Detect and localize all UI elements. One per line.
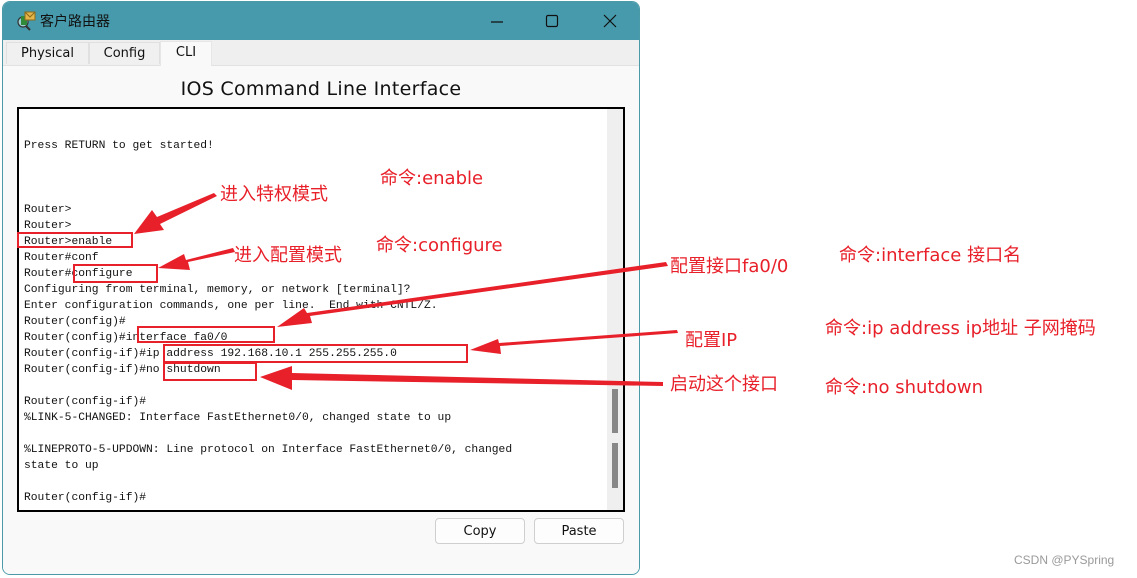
title-bar[interactable]: 客户路由器	[3, 2, 639, 40]
maximize-icon	[545, 14, 559, 28]
label-config-interface: 配置接口fa0/0	[670, 256, 789, 277]
highlight-configure	[73, 264, 158, 283]
label-config-ip: 配置IP	[685, 330, 738, 351]
tab-bar: Physical Config CLI	[3, 40, 639, 66]
highlight-interface	[137, 326, 275, 343]
highlight-enable	[17, 232, 133, 248]
watermark: CSDN @PYSpring	[1014, 553, 1115, 567]
tab-physical[interactable]: Physical	[6, 42, 89, 64]
maximize-button[interactable]	[530, 6, 574, 36]
label-cmd-configure: 命令:configure	[376, 235, 503, 256]
label-cmd-noshutdown: 命令:no shutdown	[825, 377, 984, 398]
minimize-icon	[491, 21, 503, 23]
minimize-button[interactable]	[475, 6, 519, 36]
tab-config[interactable]: Config	[89, 42, 160, 64]
paste-button[interactable]: Paste	[534, 518, 624, 544]
scrollbar-thumb[interactable]	[612, 389, 618, 433]
label-enter-config: 进入配置模式	[234, 245, 342, 266]
highlight-ip-address	[163, 344, 468, 363]
terminal-scrollbar[interactable]	[607, 109, 623, 510]
cli-heading: IOS Command Line Interface	[180, 78, 462, 100]
window-title: 客户路由器	[40, 14, 110, 30]
router-app-icon	[15, 11, 37, 31]
scrollbar-thumb[interactable]	[612, 443, 618, 488]
cli-panel: IOS Command Line Interface Press RETURN …	[3, 66, 639, 574]
terminal[interactable]: Press RETURN to get started! Router> Rou…	[17, 107, 625, 512]
tab-cli[interactable]: CLI	[160, 41, 212, 66]
copy-button[interactable]: Copy	[435, 518, 525, 544]
label-enable-interface: 启动这个接口	[670, 374, 778, 395]
label-cmd-enable: 命令:enable	[380, 168, 484, 189]
label-cmd-ip: 命令:ip address ip地址 子网掩码	[825, 318, 1096, 339]
router-window: 客户路由器 Physical Config CLI IOS Command Li…	[2, 1, 640, 575]
label-enter-privileged: 进入特权模式	[220, 184, 328, 205]
highlight-no-shutdown	[163, 362, 257, 381]
label-cmd-interface: 命令:interface 接口名	[839, 245, 1022, 266]
close-button[interactable]	[588, 6, 632, 36]
close-icon	[603, 14, 617, 28]
